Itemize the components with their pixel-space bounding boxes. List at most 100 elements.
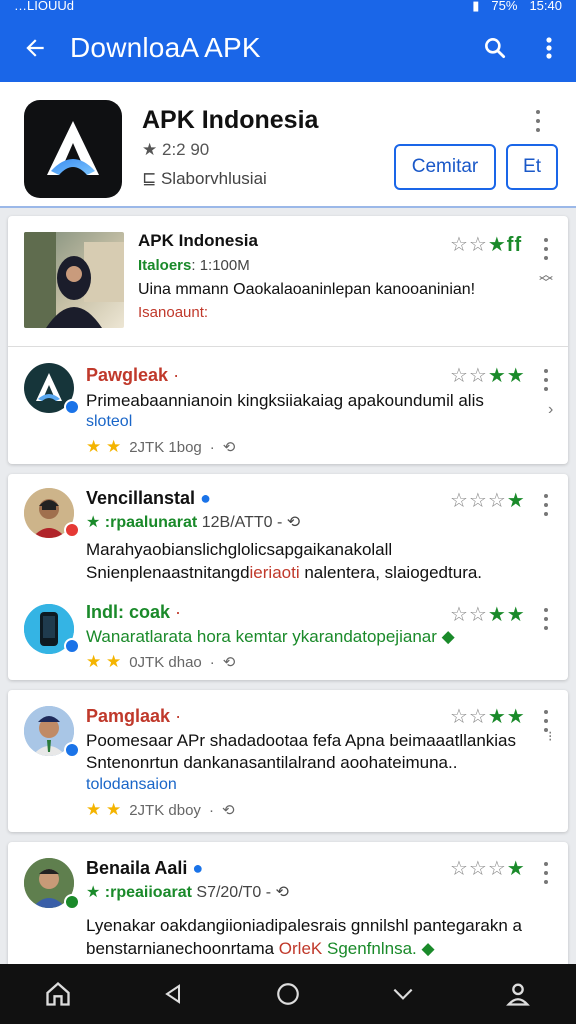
- review-card: Pamglaak · Poomesaar APr shadadootaa fef…: [8, 690, 568, 832]
- home-icon[interactable]: [28, 964, 88, 1024]
- review-item[interactable]: Vencillanstal ● ★ :rpaalunarat 12B/ATT0 …: [8, 474, 568, 584]
- et-button[interactable]: Et: [506, 144, 558, 190]
- search-icon[interactable]: [468, 14, 522, 82]
- chevron-down-icon[interactable]: [373, 964, 433, 1024]
- dot-icon: ·: [175, 602, 182, 622]
- rating-stars-small: ★ ★: [86, 800, 122, 819]
- verified-badge-icon: [64, 399, 80, 415]
- verified-badge-icon: [64, 638, 80, 654]
- review-footer-text: 2JTK 1bog: [129, 438, 202, 456]
- rating-stars: ☆☆★ff: [450, 234, 523, 256]
- featured-name: APK Indonesia: [138, 231, 258, 250]
- reviewer-name: Pawgleak ·: [86, 365, 179, 386]
- flag-icon: ◆: [421, 939, 435, 958]
- review-item[interactable]: Pawgleak · Primeabaannianoin kingksiiaka…: [8, 347, 568, 464]
- battery-level: 75%: [491, 0, 518, 13]
- share-icon[interactable]: ⟲: [223, 438, 236, 456]
- verified-badge-icon: [64, 742, 80, 758]
- rating-stars-small: ★ ★: [86, 437, 122, 456]
- reviewer-name: Pamglaak ·: [86, 706, 181, 727]
- star-icon: ★: [142, 140, 158, 159]
- share-icon[interactable]: ⟲: [287, 514, 300, 531]
- app-developer: ⊑ Slaborvhlusiai: [142, 169, 267, 189]
- review-link[interactable]: sloteol: [86, 413, 132, 431]
- back-triangle-icon[interactable]: [143, 964, 203, 1024]
- app-rating: ★ 2:2 90: [142, 140, 209, 160]
- expand-chevron-icon[interactable]: ︿ ﹀: [539, 267, 553, 290]
- rating-stars-small: ★ ★: [86, 652, 122, 671]
- expand-chevron-icon[interactable]: ›: [548, 401, 553, 419]
- flag-icon: ◆: [441, 627, 455, 646]
- review-meta-green: ★ :rpeaiioarat: [86, 884, 192, 901]
- back-arrow-icon[interactable]: [0, 14, 70, 82]
- app-header: APK Indonesia ★ 2:2 90 ⊑ Slaborvhlusiai …: [0, 82, 576, 208]
- featured-thumbnail: [24, 232, 124, 328]
- system-nav-bar: [0, 964, 576, 1024]
- more-vert-icon[interactable]: [538, 494, 554, 516]
- review-text: Marahyaobianslichglolicsapgaikanakolall: [86, 540, 393, 559]
- app-name: APK Indonesia: [142, 106, 319, 134]
- more-vert-icon[interactable]: [530, 110, 546, 132]
- more-vert-icon[interactable]: [522, 14, 576, 82]
- review-text-2-highlight: OrleK: [274, 939, 327, 958]
- review-meta: ★ :rpeaiioarat S7/20/T0 - ⟲: [86, 882, 289, 902]
- review-card: Vencillanstal ● ★ :rpaalunarat 12B/ATT0 …: [8, 474, 568, 680]
- more-vert-icon[interactable]: [538, 238, 554, 260]
- rating-stars: ☆☆★★: [450, 706, 526, 728]
- share-icon[interactable]: ⟲: [276, 884, 289, 901]
- featured-meta: Italoers: 1:100M: [138, 257, 250, 274]
- featured-link[interactable]: Isanoaunt:: [138, 304, 208, 321]
- profile-icon[interactable]: [488, 964, 548, 1024]
- app-bar: DownloaA APK: [0, 14, 576, 82]
- developer-icon: ⊑: [142, 169, 161, 188]
- dot-icon: ·: [208, 801, 214, 819]
- open-button[interactable]: Cemitar: [394, 144, 496, 190]
- review-text-inner: Wanaratlarata hora kemtar ykarandatopeji…: [86, 627, 437, 646]
- more-vert-icon[interactable]: [538, 608, 554, 630]
- page-title: DownloaA APK: [70, 32, 261, 63]
- review-item[interactable]: Benaila Aali ● ★ :rpeaiioarat S7/20/T0 -…: [8, 842, 568, 972]
- review-meta-text: 12B/ATT0 -: [201, 514, 283, 531]
- featured-meta-text: : 1:100M: [191, 257, 250, 274]
- reviewer-name: Vencillanstal ●: [86, 488, 211, 509]
- review-meta-green: ★ :rpaalunarat: [86, 514, 198, 531]
- signal-icon: ▮: [472, 0, 480, 13]
- reviewer-name-text: Indl: coak: [86, 602, 171, 622]
- review-link[interactable]: tolodansaion: [86, 776, 177, 794]
- share-icon[interactable]: ⟲: [222, 801, 235, 819]
- featured-meta-green: Italoers: [138, 257, 192, 274]
- featured-text: Uina mmann Oaokalaoaninlepan kanooaninia…: [138, 281, 476, 298]
- review-text-2: Snienplenaastnitangdieriaoti nalentera, …: [86, 561, 482, 584]
- featured-item[interactable]: APK Indonesia Italoers: 1:100M Uina mman…: [8, 216, 568, 346]
- reviewer-name-text: Pamglaak: [86, 706, 171, 726]
- review-text-2a: Snienplenaastnitangd: [86, 563, 250, 582]
- rating-stars: ☆☆★★: [450, 365, 526, 387]
- review-footer: ★ ★ 2JTK 1bog · ⟲: [86, 437, 235, 457]
- developer-name: Slaborvhlusiai: [160, 169, 267, 188]
- status-left-text: …LIOUUd: [14, 0, 74, 13]
- review-footer-text: 2JTK dboy: [129, 801, 201, 819]
- status-bar: …LIOUUd ▮ 75% 15:40: [0, 0, 576, 14]
- review-item[interactable]: Pamglaak · Poomesaar APr shadadootaa fef…: [8, 690, 568, 832]
- home-circle-icon[interactable]: [258, 964, 318, 1024]
- review-card: APK Indonesia Italoers: 1:100M Uina mman…: [8, 216, 568, 464]
- review-text-2: Sntenonrtun dankanasantilalrand aoohatei…: [86, 753, 458, 772]
- more-vert-icon[interactable]: [538, 862, 554, 884]
- more-vert-icon[interactable]: [538, 369, 554, 391]
- review-text-2: benstarnianechoonrtama OrleK Sgenfnlnsa.…: [86, 937, 435, 960]
- reviewer-name-text: Pawgleak: [86, 365, 169, 385]
- app-logo-icon: [24, 100, 122, 198]
- dot-icon: ·: [209, 653, 215, 671]
- dot-icon: ·: [175, 706, 182, 726]
- review-text: Wanaratlarata hora kemtar ykarandatopeji…: [86, 625, 455, 648]
- share-icon[interactable]: ⟲: [223, 653, 236, 671]
- expand-chevron-icon[interactable]: ⁝: [548, 728, 552, 745]
- rating-stars: ☆☆☆★: [450, 858, 526, 880]
- review-footer: ★ ★ 0JTK dhao · ⟲: [86, 652, 235, 672]
- reviewer-name-text: Vencillanstal: [86, 488, 196, 508]
- review-text-2b: nalentera, slaiogedtura.: [299, 563, 483, 582]
- review-item[interactable]: Indl: coak · Wanaratlarata hora kemtar y…: [8, 590, 568, 680]
- review-text-2a: benstarnianechoonrtama: [86, 939, 275, 958]
- review-footer: ★ ★ 2JTK dboy · ⟲: [86, 800, 235, 820]
- verified-icon: ●: [192, 858, 204, 878]
